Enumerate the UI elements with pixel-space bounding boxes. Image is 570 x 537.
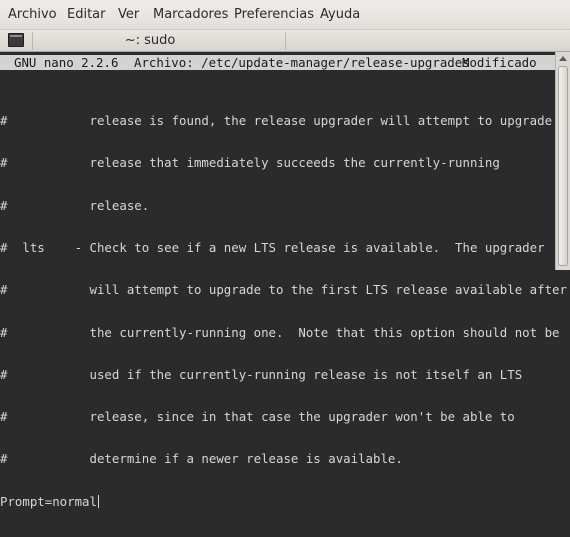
- tab-title[interactable]: ~: sudo: [0, 33, 300, 48]
- text-cursor: [97, 494, 99, 508]
- terminal-line: # release.: [0, 197, 150, 213]
- vertical-scrollbar[interactable]: [555, 52, 570, 270]
- scrollbar-thumb[interactable]: [558, 66, 568, 266]
- menu-marcadores[interactable]: Marcadores: [153, 7, 228, 22]
- terminal-line: # release, since in that case the upgrad…: [0, 409, 515, 425]
- terminal-line: # will attempt to upgrade to the first L…: [0, 282, 567, 298]
- scroll-up-arrow-icon[interactable]: [559, 56, 567, 61]
- terminal-text[interactable]: # release is found, the release upgrader…: [0, 86, 570, 537]
- terminal-line: # the currently-running one. Note that t…: [0, 324, 560, 340]
- prompt-text: Prompt=normal: [0, 493, 97, 509]
- terminal-area[interactable]: GNU nano 2.2.6 Archivo: /etc/update-mana…: [0, 52, 570, 508]
- menu-editar[interactable]: Editar: [67, 7, 106, 22]
- terminal-line: # used if the currently-running release …: [0, 366, 523, 382]
- terminal-line: # determine if a newer release is availa…: [0, 451, 403, 467]
- menu-ver[interactable]: Ver: [118, 7, 139, 22]
- menu-preferencias[interactable]: Preferencias: [234, 7, 314, 22]
- tab-divider-right: [285, 32, 286, 50]
- terminal-line: # release that immediately succeeds the …: [0, 155, 500, 171]
- terminal-prompt-line: Prompt=normal: [0, 493, 570, 509]
- terminal-line: # release is found, the release upgrader…: [0, 113, 570, 129]
- nano-modified-status: Modificado: [462, 55, 537, 70]
- menu-archivo[interactable]: Archivo: [8, 7, 57, 22]
- terminal-line: # lts - Check to see if a new LTS releas…: [0, 240, 545, 256]
- menu-ayuda[interactable]: Ayuda: [320, 7, 360, 22]
- menu-bar: Archivo Editar Ver Marcadores Preferenci…: [0, 0, 570, 30]
- terminal-tab-bar: ~: sudo: [0, 30, 570, 52]
- nano-header-bar: GNU nano 2.2.6 Archivo: /etc/update-mana…: [0, 55, 555, 70]
- nano-version: GNU nano 2.2.6: [14, 55, 119, 70]
- nano-file-label: Archivo: /etc/update-manager/release-upg…: [134, 55, 470, 70]
